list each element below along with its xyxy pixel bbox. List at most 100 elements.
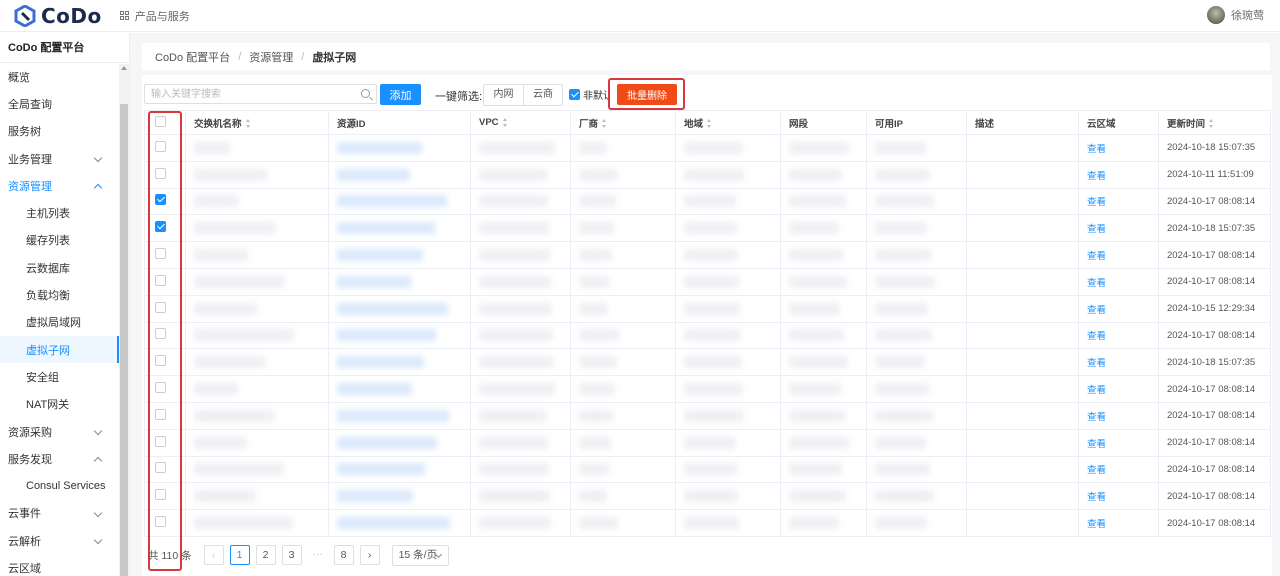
table-row[interactable]: 查看 2024-10-17 08:08:14 — [144, 455, 1271, 484]
table-row[interactable]: 查看 2024-10-17 08:08:14 — [144, 509, 1271, 537]
sidebar-item[interactable]: 云数据库 — [0, 254, 129, 281]
sidebar-item[interactable]: 资源采购 — [0, 418, 129, 445]
page-button[interactable]: 2 — [255, 545, 276, 565]
table-row[interactable]: 查看 2024-10-17 08:08:14 — [144, 321, 1271, 350]
view-link[interactable]: 查看 — [1087, 251, 1106, 262]
view-link[interactable]: 查看 — [1087, 385, 1106, 396]
table-row[interactable]: 查看 2024-10-17 08:08:14 — [144, 267, 1271, 296]
view-link[interactable]: 查看 — [1087, 412, 1106, 423]
redacted-value — [194, 275, 285, 288]
table-cell-redacted — [866, 321, 967, 350]
scrollbar-thumb[interactable] — [120, 104, 128, 576]
table-row[interactable]: 查看 2024-10-17 08:08:14 — [144, 401, 1271, 430]
view-link[interactable]: 查看 — [1087, 465, 1106, 476]
column-header[interactable]: VPC — [470, 110, 571, 135]
table-cell-redacted — [328, 294, 471, 323]
sidebar-item[interactable]: 主机列表 — [0, 199, 129, 226]
sidebar-item[interactable]: 云解析 — [0, 527, 129, 554]
sidebar-item[interactable]: 全局查询 — [0, 90, 129, 117]
table-row[interactable]: 查看 2024-10-18 15:07:35 — [144, 214, 1271, 243]
view-link[interactable]: 查看 — [1087, 492, 1106, 503]
chevron-up-icon — [93, 456, 103, 466]
column-header[interactable]: 交换机名称 — [185, 110, 329, 135]
sidebar-item[interactable]: NAT网关 — [0, 391, 129, 418]
page-button[interactable]: 8 — [333, 545, 354, 565]
description-cell — [966, 375, 1079, 403]
view-link[interactable]: 查看 — [1087, 278, 1106, 289]
bulk-delete-button[interactable]: 批量删除 — [617, 84, 677, 105]
next-page-button[interactable]: › — [359, 545, 380, 565]
column-header[interactable]: 更新时间 — [1158, 110, 1271, 135]
redacted-value — [684, 463, 737, 476]
table-row[interactable]: 查看 2024-10-17 08:08:14 — [144, 428, 1271, 457]
sort-icon[interactable] — [245, 119, 251, 129]
page-size-select[interactable]: 15 条/页 — [391, 544, 449, 566]
table-row[interactable]: 查看 2024-10-18 15:07:35 — [144, 134, 1271, 162]
page-button[interactable]: 1 — [229, 545, 250, 565]
sort-icon[interactable] — [602, 119, 607, 129]
redacted-value — [194, 168, 267, 181]
view-link[interactable]: 查看 — [1087, 331, 1106, 342]
view-link[interactable]: 查看 — [1087, 144, 1106, 155]
search-input[interactable] — [145, 85, 350, 103]
sidebar-item[interactable]: 缓存列表 — [0, 227, 129, 254]
logo[interactable]: CoDo — [14, 4, 102, 28]
sidebar-item[interactable]: 虚拟子网 — [0, 335, 129, 364]
column-header[interactable]: 地域 — [675, 110, 781, 135]
sidebar-item[interactable]: Consul Services — [0, 472, 129, 499]
redacted-value — [194, 356, 266, 369]
breadcrumb-item-platform[interactable]: CoDo 配置平台 — [155, 49, 230, 65]
sidebar-item[interactable]: 服务发现 — [0, 445, 129, 472]
add-button[interactable]: 添加 — [380, 84, 421, 105]
filter-intranet-button[interactable]: 内网 — [484, 85, 523, 105]
sidebar-item[interactable]: 负载均衡 — [0, 281, 129, 308]
total-count: 共 110 条 — [148, 549, 192, 562]
redacted-value — [789, 436, 849, 449]
sidebar-item[interactable]: 云区域 — [0, 554, 129, 576]
table-row[interactable]: 查看 2024-10-18 15:07:35 — [144, 348, 1271, 377]
filter-cloud-vendor-button[interactable]: 云商 — [523, 85, 562, 105]
breadcrumb-item-resources[interactable]: 资源管理 — [249, 49, 293, 65]
table-row[interactable]: 查看 2024-10-17 08:08:14 — [144, 482, 1271, 511]
sidebar-scrollbar[interactable] — [119, 64, 129, 576]
non-default-checkbox[interactable]: 非默认 — [569, 87, 609, 102]
user-menu[interactable]: 徐琬莺 — [1207, 6, 1264, 24]
view-link[interactable]: 查看 — [1087, 171, 1106, 182]
table-row[interactable]: 查看 2024-10-17 08:08:14 — [144, 187, 1271, 216]
view-link[interactable]: 查看 — [1087, 358, 1106, 369]
view-link[interactable]: 查看 — [1087, 519, 1106, 530]
sidebar-item[interactable]: 业务管理 — [0, 145, 129, 172]
sidebar-item[interactable]: 安全组 — [0, 363, 129, 390]
view-link[interactable]: 查看 — [1087, 224, 1106, 235]
sort-icon[interactable] — [1209, 119, 1214, 129]
table-row[interactable]: 查看 2024-10-17 08:08:14 — [144, 241, 1271, 269]
sort-icon[interactable] — [502, 117, 508, 127]
sidebar-item[interactable]: 云事件 — [0, 500, 129, 527]
redacted-value — [337, 275, 411, 288]
sidebar-item[interactable]: 概览 — [0, 63, 129, 90]
table-row[interactable]: 查看 2024-10-17 08:08:14 — [144, 375, 1271, 403]
redacted-value — [479, 275, 551, 288]
scroll-up-arrow-icon[interactable] — [121, 66, 127, 70]
checkbox[interactable] — [569, 89, 580, 100]
sidebar-item[interactable]: 资源管理 — [0, 172, 129, 199]
view-link[interactable]: 查看 — [1087, 305, 1106, 316]
page-ellipsis[interactable]: ··· — [308, 545, 328, 565]
view-link[interactable]: 查看 — [1087, 439, 1106, 450]
table-cell-redacted — [780, 214, 867, 243]
search-icon[interactable] — [361, 89, 370, 98]
page-button[interactable]: 3 — [281, 545, 302, 565]
table-cell-redacted — [570, 375, 676, 403]
chevron-down-icon — [93, 153, 103, 163]
table-cell-redacted — [570, 321, 676, 350]
table-row[interactable]: 查看 2024-10-11 11:51:09 — [144, 160, 1271, 189]
table-row[interactable]: 查看 2024-10-15 12:29:34 — [144, 294, 1271, 323]
redacted-value — [684, 356, 742, 369]
sidebar-item[interactable]: 虚拟局域网 — [0, 309, 129, 336]
products-menu[interactable]: 产品与服务 — [119, 8, 190, 24]
sort-icon[interactable] — [707, 119, 712, 129]
sidebar-item[interactable]: 服务树 — [0, 118, 129, 145]
prev-page-button[interactable]: ‹ — [203, 545, 224, 565]
column-header[interactable]: 厂商 — [570, 110, 676, 135]
view-link[interactable]: 查看 — [1087, 197, 1106, 208]
